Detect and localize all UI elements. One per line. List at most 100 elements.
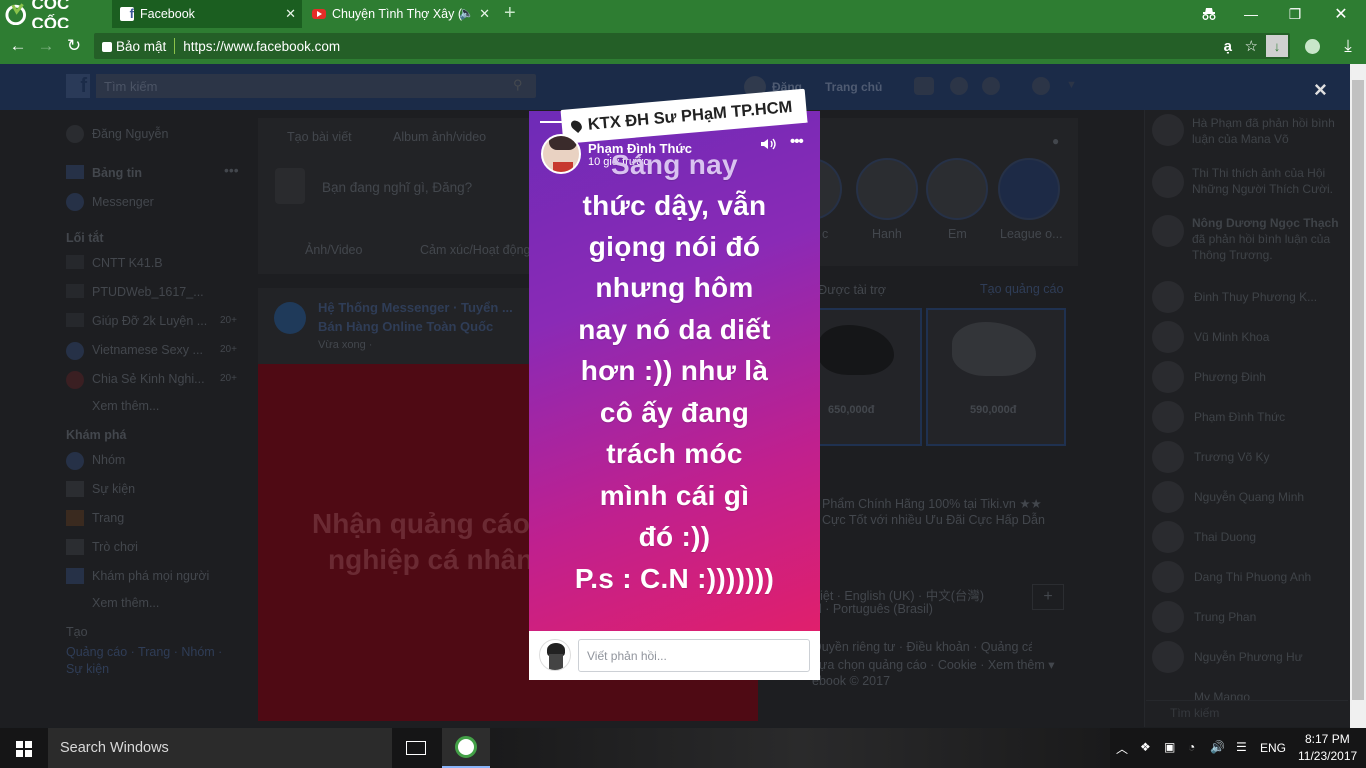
photo-video-button[interactable]: Ảnh/Video: [305, 243, 362, 257]
activity-item[interactable]: Những Người Thích Cười.: [1192, 182, 1333, 196]
activity-item[interactable]: đã phản hồi bình luận của: [1192, 232, 1330, 246]
wifi-icon[interactable]: ◔: [1188, 740, 1195, 754]
url-text[interactable]: https://www.facebook.com: [183, 39, 340, 54]
sidebar-item-games[interactable]: Trò chơi: [92, 540, 138, 554]
create-post-tab[interactable]: Tạo bài viết: [287, 130, 352, 144]
composer-input[interactable]: Bạn đang nghĩ gì, Đăng?: [322, 180, 472, 195]
contact-item[interactable]: Đinh Thuy Phương K...: [1194, 290, 1317, 304]
sidebar-item-shortcut[interactable]: Giúp Đỡ 2k Luyện ...: [92, 314, 207, 328]
sidebar-item-shortcut[interactable]: PTUDWeb_1617_...: [92, 285, 204, 299]
new-tab-button[interactable]: +: [504, 2, 516, 25]
contact-item[interactable]: Phạm Đình Thức: [1194, 410, 1285, 424]
see-more-link[interactable]: Xem thêm...: [92, 596, 159, 610]
sidebar-item-messenger[interactable]: Messenger: [92, 195, 154, 209]
chat-search-input[interactable]: Tìm kiếm: [1146, 700, 1348, 726]
story-thumb[interactable]: [926, 158, 988, 220]
activity-item[interactable]: Thông Trương.: [1192, 248, 1273, 262]
dropbox-icon[interactable]: ❖: [1140, 740, 1151, 754]
create-links[interactable]: Sự kiện: [66, 662, 109, 676]
close-tab-icon[interactable]: ✕: [285, 6, 296, 22]
downloads-icon[interactable]: ⤓: [1336, 34, 1360, 58]
device-icon[interactable]: ▣: [1164, 740, 1175, 754]
contact-item[interactable]: Dang Thi Phuong Anh: [1194, 570, 1311, 584]
fb-search-input[interactable]: Tìm kiếm: [96, 74, 536, 98]
search-icon[interactable]: ⚲: [513, 77, 523, 93]
download-video-icon[interactable]: ↓: [1266, 35, 1288, 57]
post-author[interactable]: Bán Hàng Online Toàn Quốc: [318, 319, 493, 334]
post-author[interactable]: Hệ Thống Messenger · Tuyển ...: [318, 300, 513, 315]
minimize-icon[interactable]: —: [1240, 3, 1262, 25]
language-links[interactable]: ol · Português (Brasil): [812, 602, 933, 616]
sidebar-item-groups[interactable]: Nhóm: [92, 453, 125, 467]
restore-icon[interactable]: ❐: [1284, 3, 1306, 25]
sidebar-item-shortcut[interactable]: Vietnamese Sexy ...: [92, 343, 203, 357]
help-icon[interactable]: [1032, 77, 1050, 95]
contact-item[interactable]: Thai Duong: [1194, 530, 1256, 544]
contact-item[interactable]: Nguyễn Quang Minh: [1194, 490, 1304, 504]
close-window-icon[interactable]: ✕: [1330, 3, 1352, 25]
header-home-link[interactable]: Trang chủ: [825, 80, 882, 94]
globe-icon[interactable]: [982, 77, 1000, 95]
back-arrow-icon[interactable]: ←: [6, 34, 30, 58]
contact-item[interactable]: Vũ Minh Khoa: [1194, 330, 1269, 344]
friends-icon[interactable]: [914, 77, 934, 95]
footer-links[interactable]: Lựa chọn quảng cáo · Cookie · Xem thêm ▾: [812, 657, 1062, 672]
browser-logo[interactable]: CỐC CỐC: [0, 0, 110, 33]
activity-item[interactable]: Thi Thi thích ảnh của Hội: [1192, 166, 1325, 180]
tab-facebook[interactable]: f Facebook ✕: [112, 0, 302, 28]
forward-arrow-icon[interactable]: →: [34, 34, 58, 58]
close-story-viewer-button[interactable]: ×: [1314, 79, 1327, 101]
task-view-icon[interactable]: [406, 741, 426, 755]
story-thumb[interactable]: [856, 158, 918, 220]
contact-item[interactable]: Phương Đinh: [1194, 370, 1266, 384]
feeling-button[interactable]: Cảm xúc/Hoạt động: [420, 243, 530, 257]
sidebar-item-shortcut[interactable]: Chia Sẻ Kinh Nghi...: [92, 372, 205, 386]
messenger-icon[interactable]: [950, 77, 968, 95]
more-options-icon[interactable]: •••: [790, 133, 804, 150]
incognito-icon[interactable]: [1198, 3, 1220, 25]
translate-icon[interactable]: ạ: [1224, 38, 1232, 55]
chevron-down-icon[interactable]: ▼: [1066, 79, 1077, 91]
create-ad-link[interactable]: Tạo quảng cáo: [980, 282, 1063, 296]
activity-item[interactable]: Hà Phạm đã phản hồi bình: [1192, 116, 1335, 130]
reload-icon[interactable]: ↻: [62, 34, 86, 58]
notification-center-icon[interactable]: ☰: [1236, 740, 1247, 754]
clock-date[interactable]: 11/23/2017: [1298, 749, 1357, 763]
sidebar-item-discover-people[interactable]: Khám phá mọi người: [92, 569, 209, 583]
show-hidden-icons[interactable]: ︿: [1116, 740, 1128, 757]
ad-description[interactable]: Phẩm Chính Hãng 100% tại Tiki.vn ★★: [822, 496, 1042, 511]
activity-item[interactable]: Nông Dương Ngọc Thạch: [1192, 216, 1339, 230]
add-language-button[interactable]: +: [1032, 584, 1064, 610]
messenger-extension-icon[interactable]: [1300, 34, 1324, 58]
reply-input[interactable]: Viết phản hồi...: [578, 639, 810, 672]
contact-item[interactable]: Trương Võ Ky: [1194, 450, 1269, 464]
see-more-link[interactable]: Xem thêm...: [92, 399, 159, 413]
volume-icon[interactable]: 🔊: [1210, 740, 1225, 754]
sidebar-item-pages[interactable]: Trang: [92, 511, 124, 525]
more-options-icon[interactable]: •••: [224, 162, 239, 178]
address-bar[interactable]: Bảo mật https://www.facebook.com ạ ☆ ↓: [94, 33, 1290, 59]
contact-item[interactable]: Nguyễn Phương Hư: [1194, 650, 1303, 664]
input-language[interactable]: ENG: [1260, 741, 1286, 755]
scrollbar-thumb[interactable]: [1352, 80, 1364, 700]
create-links[interactable]: Quảng cáo · Trang · Nhóm ·: [66, 645, 222, 659]
windows-start-icon[interactable]: [16, 741, 32, 757]
sidebar-item-events[interactable]: Sự kiện: [92, 482, 135, 496]
facebook-logo-icon[interactable]: f: [66, 74, 90, 98]
tab-youtube[interactable]: Chuyện Tình Thợ Xây ( 🔈 ✕: [304, 0, 496, 28]
star-icon[interactable]: ☆: [1245, 37, 1258, 55]
ad-description[interactable]: Cực Tốt với nhiều Ưu Đãi Cực Hấp Dẫn: [822, 513, 1045, 527]
sidebar-profile[interactable]: Đăng Nguyễn: [92, 127, 168, 141]
story-thumb[interactable]: [998, 158, 1060, 220]
windows-search-input[interactable]: Search Windows: [48, 728, 392, 768]
contact-item[interactable]: Trung Phan: [1194, 610, 1256, 624]
album-tab[interactable]: Album ảnh/video: [393, 130, 486, 144]
audio-playing-icon[interactable]: 🔈: [459, 6, 474, 20]
coccoc-taskbar-icon[interactable]: [442, 728, 490, 768]
sidebar-item-newsfeed[interactable]: Bảng tin: [92, 166, 142, 180]
activity-item[interactable]: luận của Mana Võ: [1192, 132, 1289, 146]
footer-links[interactable]: Quyền riêng tư · Điều khoản · Quảng cáo: [812, 640, 1032, 654]
sidebar-item-shortcut[interactable]: CNTT K41.B: [92, 256, 163, 270]
settings-icon[interactable]: ●: [1052, 134, 1059, 148]
clock-time[interactable]: 8:17 PM: [1305, 732, 1350, 746]
